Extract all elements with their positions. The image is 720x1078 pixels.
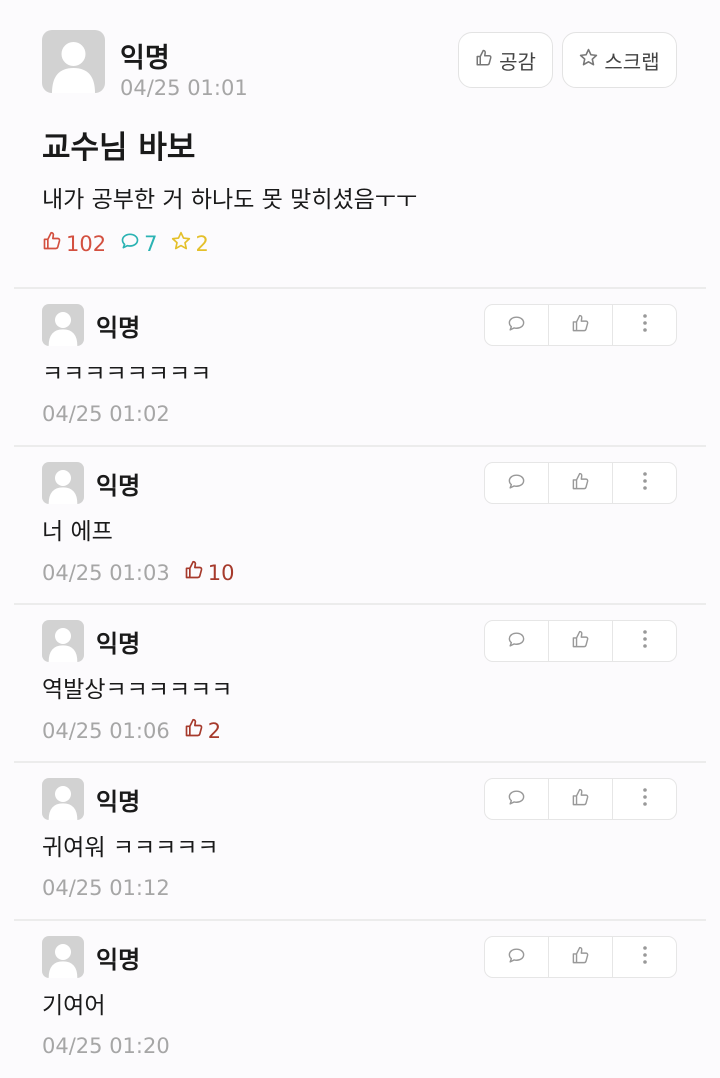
comment-like-count: 2 bbox=[184, 718, 221, 743]
comment-time: 04/25 01:20 bbox=[42, 1034, 170, 1058]
post-author: 익명 bbox=[120, 43, 170, 74]
speech-bubble-icon bbox=[507, 946, 526, 969]
comment-like-count: 10 bbox=[184, 560, 235, 585]
comment-author: 익명 bbox=[96, 788, 141, 816]
comment-meta: 04/25 01:20 bbox=[42, 1034, 170, 1058]
comment-like-button[interactable] bbox=[548, 463, 612, 503]
like-button[interactable]: 공감 bbox=[458, 32, 553, 88]
comment-time: 04/25 01:06 bbox=[42, 718, 170, 743]
more-button[interactable] bbox=[612, 937, 676, 977]
more-button[interactable] bbox=[612, 779, 676, 819]
comment-like-button[interactable] bbox=[548, 621, 612, 661]
more-button[interactable] bbox=[612, 305, 676, 345]
comment-like-button[interactable] bbox=[548, 305, 612, 345]
thumbs-up-icon bbox=[571, 314, 590, 337]
comment-text: 너 에프 bbox=[42, 519, 113, 545]
thumbs-up-icon bbox=[42, 231, 62, 256]
comment-time: 04/25 01:12 bbox=[42, 876, 170, 900]
speech-bubble-icon bbox=[507, 472, 526, 495]
speech-bubble-icon bbox=[507, 630, 526, 653]
scrap-count: 2 bbox=[171, 231, 209, 256]
vertical-dots-icon bbox=[642, 629, 648, 653]
like-count: 102 bbox=[42, 231, 106, 256]
vertical-dots-icon bbox=[642, 313, 648, 337]
author-avatar bbox=[42, 30, 105, 93]
comment-like-button[interactable] bbox=[548, 937, 612, 977]
thumbs-up-icon bbox=[571, 630, 590, 653]
vertical-dots-icon bbox=[642, 471, 648, 495]
thumbs-up-icon bbox=[475, 48, 493, 72]
comment-author: 익명 bbox=[96, 946, 141, 974]
comment-time: 04/25 01:02 bbox=[42, 402, 170, 426]
post-stats: 102 7 2 bbox=[42, 231, 223, 256]
comment-author: 익명 bbox=[96, 314, 141, 342]
more-button[interactable] bbox=[612, 621, 676, 661]
reply-button[interactable] bbox=[485, 621, 548, 661]
thumbs-up-icon bbox=[571, 946, 590, 969]
comment-actions bbox=[484, 620, 677, 662]
post-body: 내가 공부한 거 하나도 못 맞히셨음ㅜㅜ bbox=[42, 187, 418, 213]
like-count-value: 102 bbox=[66, 231, 107, 256]
comment-avatar bbox=[42, 620, 84, 662]
comment-avatar bbox=[42, 304, 84, 346]
comment-text: 기여어 bbox=[42, 993, 106, 1019]
speech-bubble-icon bbox=[507, 788, 526, 811]
comment-avatar bbox=[42, 462, 84, 504]
reply-button[interactable] bbox=[485, 779, 548, 819]
comment-text: 역발상ㅋㅋㅋㅋㅋㅋ bbox=[42, 677, 233, 703]
comment-item: 익명 ㅋㅋㅋㅋㅋㅋㅋㅋ 04/25 01:02 bbox=[0, 288, 720, 446]
vertical-dots-icon bbox=[642, 945, 648, 969]
comment-author: 익명 bbox=[96, 630, 141, 658]
comment-item: 익명 역발상ㅋㅋㅋㅋㅋㅋ 04/25 01:06 2 bbox=[0, 604, 720, 762]
comment-like-button[interactable] bbox=[548, 779, 612, 819]
thumbs-up-icon bbox=[184, 718, 204, 743]
post-title: 교수님 바보 bbox=[42, 130, 196, 166]
scrap-count-value: 2 bbox=[195, 231, 209, 256]
scrap-button[interactable]: 스크랩 bbox=[562, 32, 677, 88]
comment-actions bbox=[484, 462, 677, 504]
thumbs-up-icon bbox=[571, 472, 590, 495]
reply-button[interactable] bbox=[485, 305, 548, 345]
comment-text: 귀여워 ㅋㅋㅋㅋㅋ bbox=[42, 835, 219, 861]
comment-count: 7 bbox=[120, 231, 157, 256]
comment-avatar bbox=[42, 778, 84, 820]
star-icon bbox=[579, 48, 598, 72]
thumbs-up-icon bbox=[184, 560, 204, 585]
post-time: 04/25 01:01 bbox=[120, 76, 248, 100]
comment-meta: 04/25 01:12 bbox=[42, 876, 170, 900]
comment-meta: 04/25 01:06 2 bbox=[42, 718, 221, 743]
comment-text: ㅋㅋㅋㅋㅋㅋㅋㅋ bbox=[42, 361, 212, 387]
comment-item: 익명 귀여워 ㅋㅋㅋㅋㅋ 04/25 01:12 bbox=[0, 762, 720, 920]
comment-like-value: 2 bbox=[207, 718, 222, 743]
more-button[interactable] bbox=[612, 463, 676, 503]
speech-bubble-icon bbox=[120, 231, 140, 256]
comment-count-value: 7 bbox=[144, 231, 158, 256]
post: 익명 04/25 01:01 공감 스크랩 교수님 바보 내가 공부한 거 하나… bbox=[0, 0, 720, 288]
comment-actions bbox=[484, 778, 677, 820]
scrap-button-label: 스크랩 bbox=[604, 49, 660, 74]
comment-like-value: 10 bbox=[207, 560, 235, 585]
comment-avatar bbox=[42, 936, 84, 978]
reply-button[interactable] bbox=[485, 463, 548, 503]
reply-button[interactable] bbox=[485, 937, 548, 977]
comment-meta: 04/25 01:02 bbox=[42, 402, 170, 426]
comment-time: 04/25 01:03 bbox=[42, 560, 170, 585]
comment-item: 익명 너 에프 04/25 01:03 10 bbox=[0, 446, 720, 604]
star-icon bbox=[171, 231, 191, 256]
comment-item: 익명 기여어 04/25 01:20 bbox=[0, 920, 720, 1078]
like-button-label: 공감 bbox=[499, 49, 536, 74]
thumbs-up-icon bbox=[571, 788, 590, 811]
speech-bubble-icon bbox=[507, 314, 526, 337]
comment-actions bbox=[484, 936, 677, 978]
comment-author: 익명 bbox=[96, 472, 141, 500]
comment-meta: 04/25 01:03 10 bbox=[42, 560, 234, 585]
vertical-dots-icon bbox=[642, 787, 648, 811]
comment-actions bbox=[484, 304, 677, 346]
